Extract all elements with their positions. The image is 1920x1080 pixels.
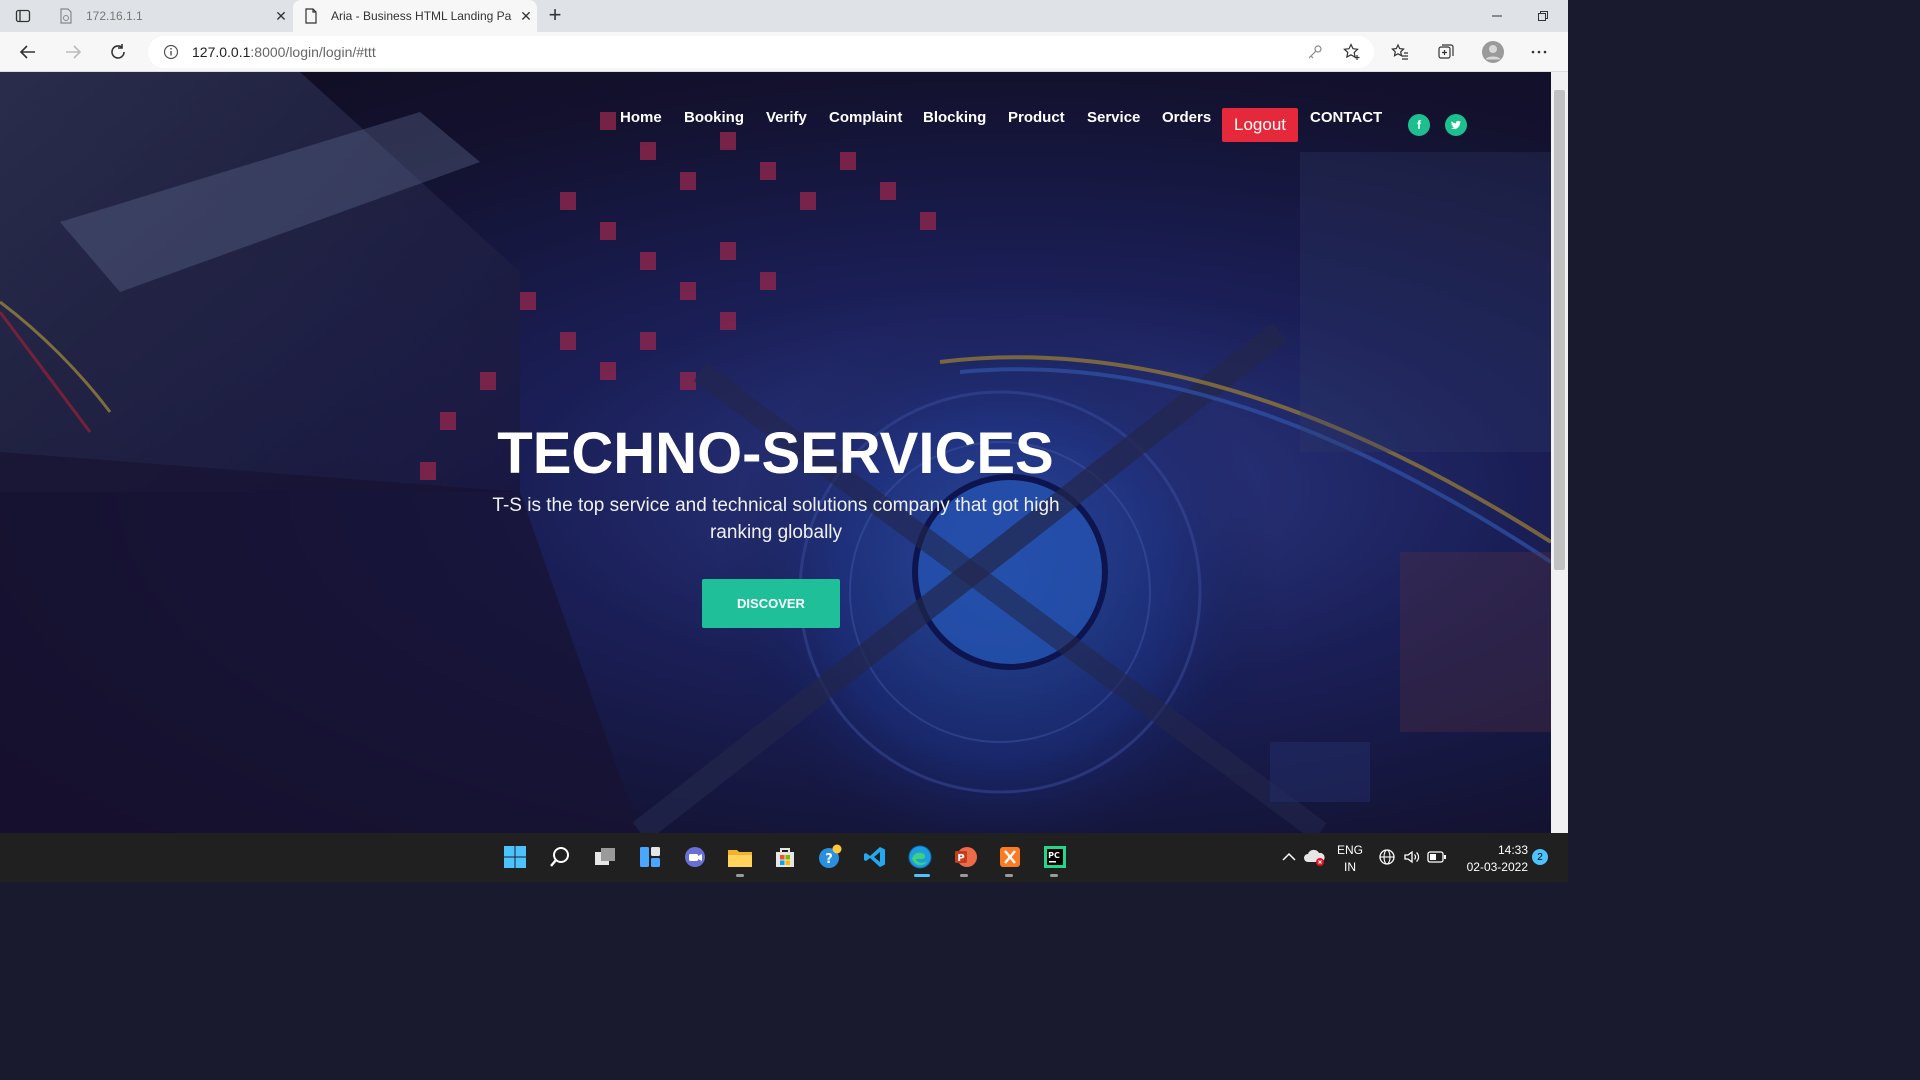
address-bar: 127.0.0.1:8000/login/login/#ttt — [0, 32, 1568, 72]
xampp-icon[interactable] — [996, 843, 1024, 871]
running-indicator — [1005, 874, 1013, 877]
url-path: :8000/login/login/#ttt — [250, 44, 376, 60]
chevron-up-icon[interactable] — [1277, 843, 1301, 871]
powerpoint-icon[interactable]: P — [951, 843, 979, 871]
running-indicator — [960, 874, 968, 877]
nav-orders[interactable]: Orders — [1162, 109, 1211, 126]
url-field[interactable]: 127.0.0.1:8000/login/login/#ttt — [148, 36, 1374, 68]
active-app-indicator — [914, 874, 930, 877]
task-view-icon[interactable] — [591, 843, 619, 871]
clock-time[interactable]: 14:33 — [1456, 843, 1528, 857]
discover-button[interactable]: DISCOVER — [702, 579, 840, 628]
nav-service[interactable]: Service — [1087, 109, 1140, 126]
close-tab-icon[interactable]: ✕ — [515, 8, 537, 25]
vscode-icon[interactable] — [861, 843, 889, 871]
teams-chat-icon[interactable] — [681, 843, 709, 871]
file-explorer-icon[interactable] — [726, 843, 754, 871]
collections-icon[interactable] — [1434, 40, 1458, 64]
nav-product[interactable]: Product — [1008, 109, 1065, 126]
running-indicator — [1050, 874, 1058, 877]
nav-complaint[interactable]: Complaint — [829, 109, 902, 126]
nav-contact[interactable]: CONTACT — [1310, 109, 1382, 126]
svg-text:PC: PC — [1048, 851, 1060, 860]
tab-actions-icon[interactable] — [10, 6, 36, 26]
language-region[interactable]: IN — [1332, 860, 1368, 874]
pycharm-icon[interactable]: PC — [1041, 843, 1069, 871]
battery-icon[interactable] — [1426, 843, 1448, 871]
twitter-icon[interactable] — [1445, 114, 1467, 136]
profile-avatar-icon[interactable] — [1481, 40, 1505, 64]
favorites-icon[interactable] — [1388, 40, 1412, 64]
forward-arrow-icon[interactable] — [61, 40, 85, 64]
scrollbar-thumb[interactable] — [1554, 90, 1565, 570]
search-icon[interactable] — [546, 843, 574, 871]
key-icon[interactable] — [1303, 40, 1327, 64]
windows-start-icon[interactable] — [501, 843, 529, 871]
microsoft-store-icon[interactable] — [771, 843, 799, 871]
tab-active[interactable]: Aria - Business HTML Landing Pa ✕ — [293, 0, 537, 32]
edge-browser-icon[interactable] — [906, 843, 934, 871]
tab-title: Aria - Business HTML Landing Pa — [331, 9, 512, 23]
back-arrow-icon[interactable] — [16, 40, 40, 64]
logout-button[interactable]: Logout — [1222, 108, 1298, 142]
get-help-icon[interactable]: ? — [816, 843, 844, 871]
tab-inactive[interactable]: 172.16.1.1 ✕ — [48, 0, 292, 32]
vertical-scrollbar[interactable] — [1551, 72, 1568, 833]
running-indicator — [736, 874, 744, 877]
nav-verify[interactable]: Verify — [766, 109, 807, 126]
new-tab-button[interactable]: + — [544, 4, 566, 28]
tab-title: 172.16.1.1 — [86, 9, 143, 23]
more-options-icon[interactable] — [1527, 40, 1551, 64]
nav-blocking[interactable]: Blocking — [923, 109, 986, 126]
svg-text:P: P — [957, 853, 964, 864]
facebook-icon[interactable]: f — [1408, 114, 1430, 136]
network-icon[interactable] — [1376, 843, 1398, 871]
nav-booking[interactable]: Booking — [684, 109, 744, 126]
hero-title: TECHNO-SERVICES — [497, 421, 1054, 486]
hero-subtitle: T-S is the top service and technical sol… — [492, 495, 1060, 543]
close-tab-icon[interactable]: ✕ — [270, 8, 292, 25]
nav-home[interactable]: Home — [620, 109, 662, 126]
onedrive-error-icon[interactable] — [1301, 843, 1329, 871]
svg-text:?: ? — [825, 852, 833, 867]
notification-badge[interactable]: 2 — [1532, 849, 1548, 865]
maximize-button[interactable] — [1520, 0, 1566, 32]
refresh-icon[interactable] — [106, 40, 130, 64]
page-icon — [303, 8, 319, 24]
add-favorite-icon[interactable] — [1340, 40, 1364, 64]
page-error-icon — [58, 8, 74, 24]
volume-icon[interactable] — [1401, 843, 1423, 871]
browser-tab-bar: 172.16.1.1 ✕ Aria - Business HTML Landin… — [0, 0, 1568, 32]
clock-date[interactable]: 02-03-2022 — [1456, 860, 1528, 874]
url-host: 127.0.0.1 — [192, 44, 251, 60]
widgets-icon[interactable] — [636, 843, 664, 871]
site-info-icon[interactable] — [162, 43, 180, 61]
language-indicator[interactable]: ENG — [1332, 843, 1368, 857]
window-controls-spacer — [1474, 0, 1520, 32]
